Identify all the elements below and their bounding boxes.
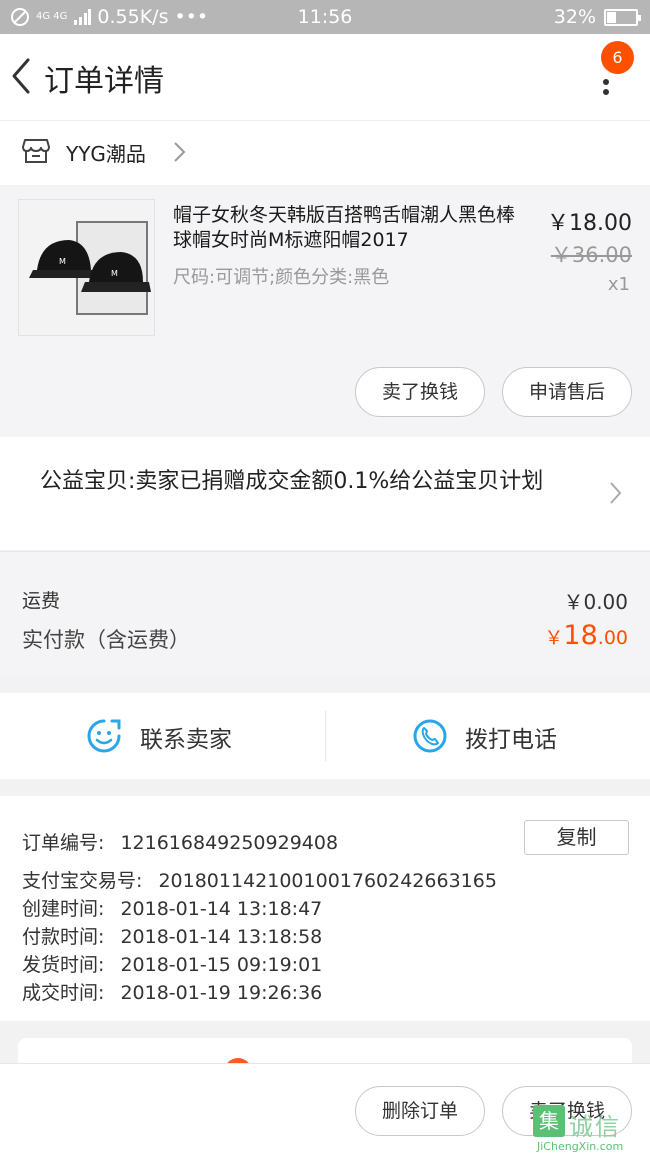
product-image: M M: [19, 200, 154, 335]
product-thumbnail[interactable]: M M: [18, 199, 155, 336]
paid-time-row: 付款时间: 2018-01-14 13:18:58: [22, 922, 322, 949]
payment-summary: 运费 ￥0.00 实付款（含运费） ￥18.00: [0, 551, 650, 677]
completed-time-row: 成交时间: 2018-01-19 19:26:36: [22, 978, 322, 1005]
freight-label: 运费: [22, 590, 61, 612]
chat-face-icon: [87, 719, 121, 753]
order-item[interactable]: M M 帽子女秋冬天韩版百搭鸭舌帽潮人黑色棒球帽女时尚M标遮阳帽2017 尺码:…: [0, 187, 650, 437]
battery-icon: [604, 8, 641, 26]
alipay-trade-value: 2018011421001001760242663165: [158, 870, 497, 892]
svg-text:M: M: [111, 269, 118, 278]
charity-row[interactable]: 公益宝贝:卖家已捐赠成交金额0.1%给公益宝贝计划: [0, 437, 650, 550]
product-sku: 尺码:可调节;颜色分类:黑色: [173, 267, 390, 288]
total-decimal: .00: [597, 627, 628, 649]
back-arrow-icon[interactable]: [6, 54, 36, 98]
shop-name: YYG潮品: [66, 142, 146, 166]
charity-text: 公益宝贝:卖家已捐赠成交金额0.1%给公益宝贝计划: [40, 469, 544, 494]
total-integer: 18: [563, 620, 598, 651]
product-price: ￥18.00: [547, 211, 632, 236]
shipped-time-row: 发货时间: 2018-01-15 09:19:01: [22, 950, 322, 977]
order-number-row: 订单编号: 121616849250929408: [22, 828, 338, 855]
paid-time-label: 付款时间:: [22, 926, 105, 948]
battery-fill: [607, 11, 616, 23]
shipped-time-value: 2018-01-15 09:19:01: [120, 954, 323, 976]
completed-time-value: 2018-01-19 19:26:36: [120, 982, 323, 1004]
chevron-right-icon: [174, 142, 186, 162]
order-info: 订单编号: 121616849250929408 复制 支付宝交易号: 2018…: [0, 796, 650, 1021]
total-currency: ￥: [544, 627, 564, 649]
delete-order-button[interactable]: 删除订单: [355, 1086, 485, 1136]
product-title[interactable]: 帽子女秋冬天韩版百搭鸭舌帽潮人黑色棒球帽女时尚M标遮阳帽2017: [173, 203, 528, 253]
chevron-right-icon: [610, 482, 622, 504]
page-title: 订单详情: [44, 64, 164, 99]
contact-seller-label: 联系卖家: [140, 727, 232, 753]
contact-bar: 联系卖家 拨打电话: [0, 693, 650, 779]
status-bar: 4G 4G 0.55K/s ••• 11:56 32%: [0, 0, 650, 34]
svg-text:M: M: [59, 257, 66, 266]
created-time-value: 2018-01-14 13:18:47: [120, 898, 323, 920]
call-phone-button[interactable]: 拨打电话: [326, 693, 650, 779]
shop-row[interactable]: YYG潮品: [0, 120, 650, 185]
status-right: 32%: [553, 6, 641, 28]
created-time-label: 创建时间:: [22, 898, 105, 920]
copy-button[interactable]: 复制: [524, 820, 629, 855]
contact-seller-button[interactable]: 联系卖家: [0, 693, 325, 779]
battery-percent: 32%: [553, 6, 596, 28]
product-quantity: x1: [607, 274, 630, 295]
order-number-value: 121616849250929408: [120, 832, 339, 854]
message-badge: 6: [601, 41, 634, 74]
nav-bar: 订单详情 6: [0, 34, 650, 120]
order-number-label: 订单编号:: [22, 832, 105, 854]
created-time-row: 创建时间: 2018-01-14 13:18:47: [22, 894, 322, 921]
sell-for-cash-button[interactable]: 卖了换钱: [355, 367, 485, 417]
store-icon: [22, 139, 50, 163]
site-watermark: 集 诚信 JiChengXin.com: [533, 1105, 650, 1155]
freight-value: ￥0.00: [563, 590, 628, 614]
alipay-trade-row: 支付宝交易号: 2018011421001001760242663165: [22, 866, 497, 893]
watermark-cn: 诚信: [569, 1113, 621, 1141]
paid-time-value: 2018-01-14 13:18:58: [120, 926, 323, 948]
call-phone-label: 拨打电话: [465, 727, 557, 753]
phone-icon: [413, 719, 447, 753]
shipped-time-label: 发货时间:: [22, 954, 105, 976]
total-value: ￥18.00: [544, 620, 628, 651]
watermark-logo: 集: [533, 1105, 565, 1137]
completed-time-label: 成交时间:: [22, 982, 105, 1004]
watermark-en: JiChengXin.com: [537, 1140, 624, 1153]
status-time: 11:56: [297, 6, 353, 28]
apply-after-sales-button[interactable]: 申请售后: [502, 367, 632, 417]
alipay-trade-label: 支付宝交易号:: [22, 870, 143, 892]
product-original-price: ￥36.00: [550, 243, 632, 267]
total-label: 实付款（含运费）: [22, 628, 190, 652]
